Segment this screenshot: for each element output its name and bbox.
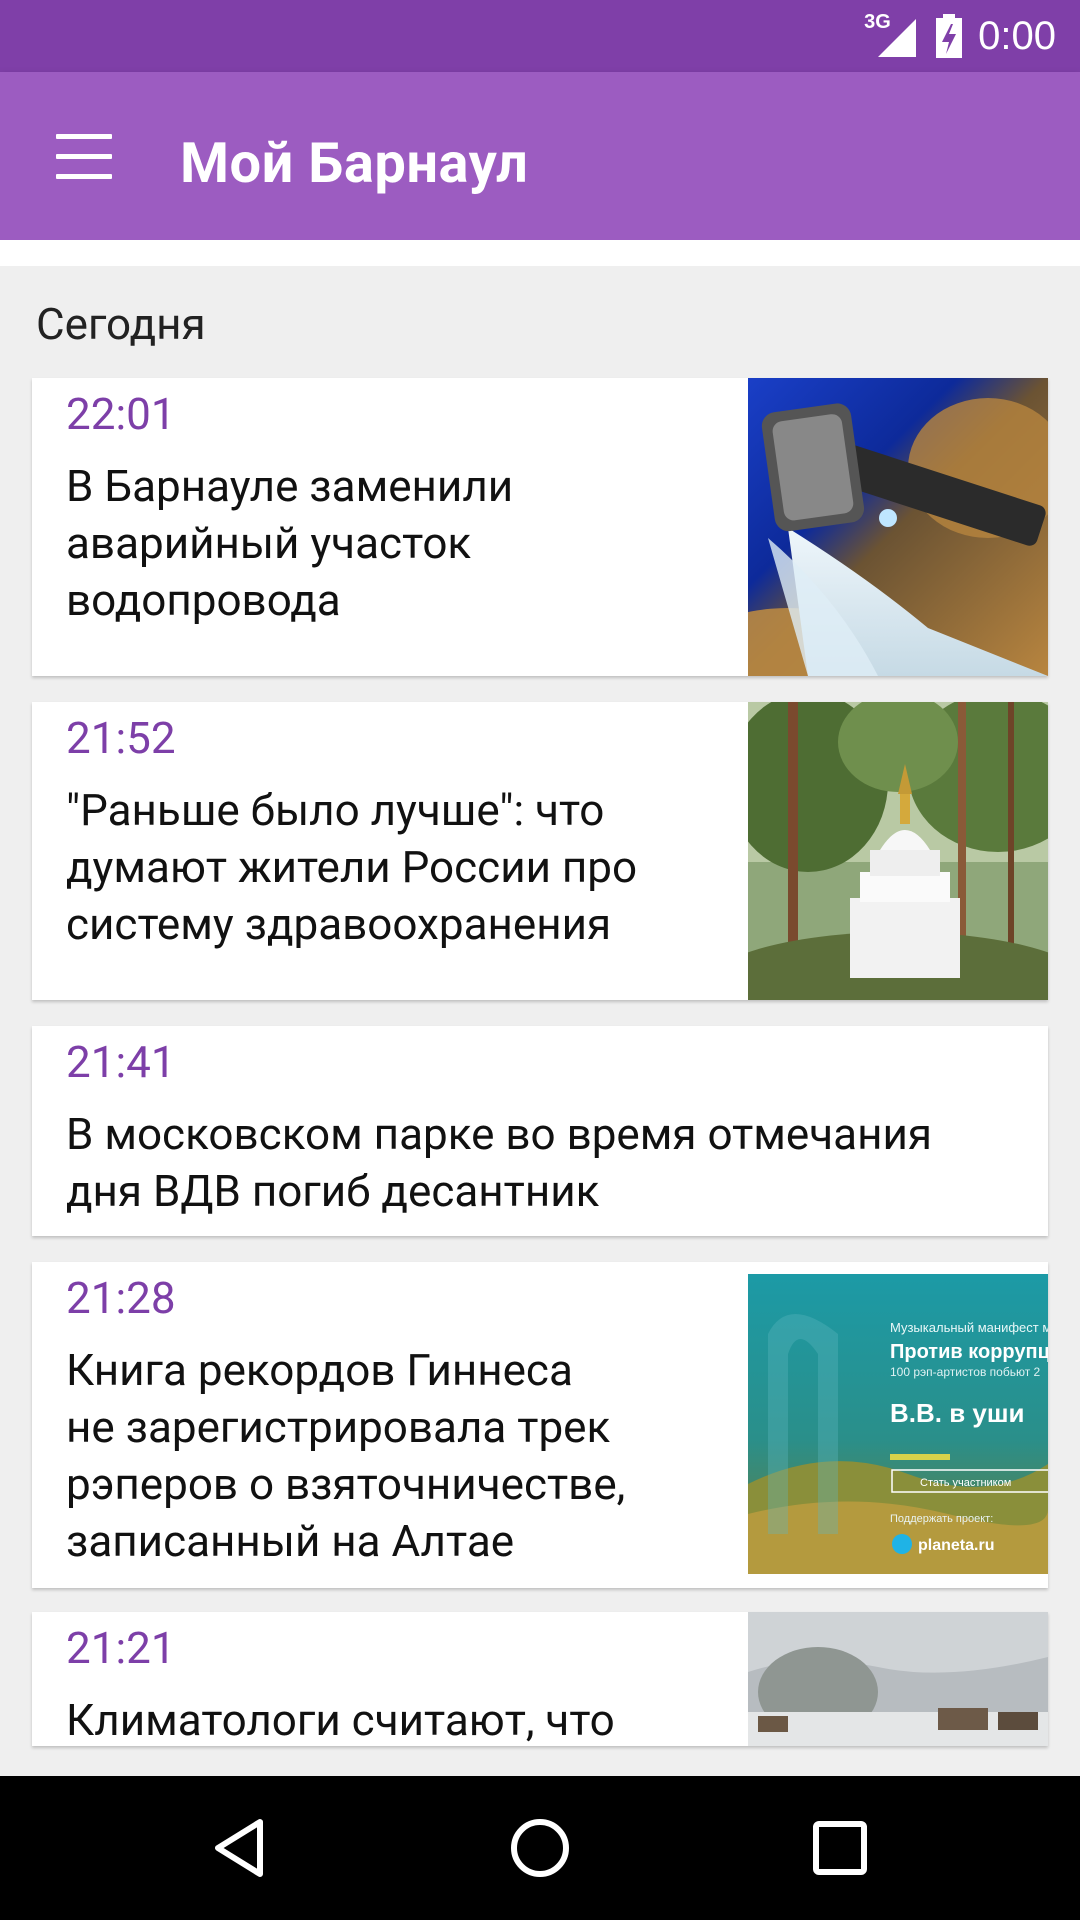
news-card[interactable]: 21:52 "Раньше было лучше": что думают жи…: [32, 702, 1048, 1000]
news-title: Книга рекордов Гиннеса не зарегистрирова…: [66, 1344, 626, 1567]
svg-text:Против коррупци: Против коррупци: [890, 1341, 1048, 1363]
back-triangle-icon[interactable]: [200, 1808, 280, 1888]
news-card[interactable]: 21:41 В московском парке во время отмеча…: [32, 1026, 1048, 1236]
news-title: В Барнауле заменили аварийный участок во…: [66, 460, 514, 626]
news-card[interactable]: 22:01 В Барнауле заменили аварийный учас…: [32, 378, 1048, 676]
svg-text:Стать участником: Стать участником: [920, 1477, 1011, 1489]
signal-3g-icon: 3G: [864, 11, 920, 61]
battery-charging-icon: [936, 14, 963, 58]
svg-text:planeta.ru: planeta.ru: [918, 1537, 994, 1554]
svg-text:Поддержать проект:: Поддержать проект:: [890, 1513, 993, 1525]
news-card[interactable]: 21:28 Книга рекордов Гиннеса не зарегист…: [32, 1262, 1048, 1588]
news-time: 21:28: [66, 1272, 176, 1324]
news-time: 21:41: [66, 1036, 176, 1088]
recents-square-icon[interactable]: [800, 1808, 880, 1888]
news-time: 22:01: [66, 388, 176, 440]
section-label-today: Сегодня: [36, 298, 206, 350]
news-title: В московском парке во время отмечания дн…: [66, 1108, 932, 1217]
news-card[interactable]: 21:21 Климатологи считают, что: [32, 1612, 1048, 1746]
news-thumbnail-music-banner: Музыкальный манифест м Против коррупци 1…: [748, 1274, 1048, 1574]
svg-text:100 рэп-артистов побьют 2: 100 рэп-артистов побьют 2: [890, 1365, 1041, 1379]
tab-strip: [0, 240, 1080, 266]
news-thumbnail-stupa: [748, 702, 1048, 1000]
news-thumbnail-water-pipe: [748, 378, 1048, 676]
news-time: 21:52: [66, 712, 176, 764]
svg-text:В.В. в уши: В.В. в уши: [890, 1398, 1025, 1428]
news-time: 21:21: [66, 1622, 176, 1674]
news-title: "Раньше было лучше": что думают жители Р…: [66, 784, 638, 950]
navigation-bar: [0, 1776, 1080, 1920]
status-time: 0:00: [978, 13, 1056, 58]
hamburger-menu-icon[interactable]: [56, 134, 112, 180]
home-circle-icon[interactable]: [500, 1808, 580, 1888]
news-thumbnail-snowy-village: [748, 1612, 1048, 1746]
status-bar: 3G 0:00: [0, 0, 1080, 72]
app-bar: Мой Барнаул: [0, 72, 1080, 240]
svg-text:Музыкальный манифест м: Музыкальный манифест м: [890, 1320, 1048, 1335]
news-title: Климатологи считают, что: [66, 1694, 615, 1746]
app-title: Мой Барнаул: [180, 130, 529, 196]
